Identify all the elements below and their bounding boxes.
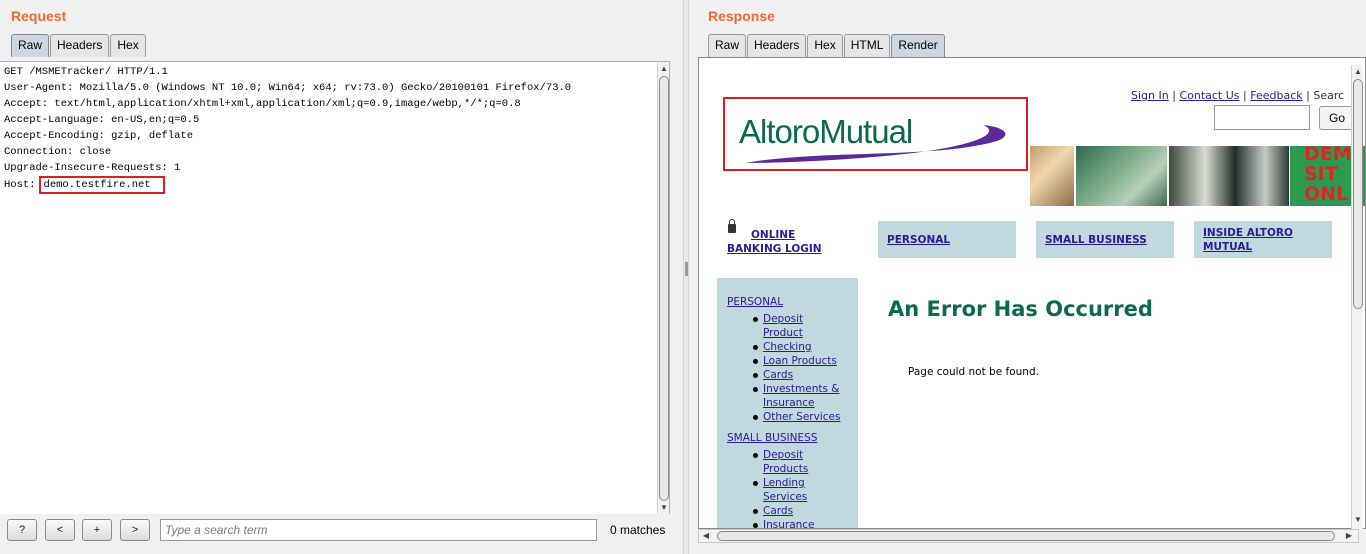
next-match-button[interactable]: >	[120, 519, 150, 541]
sidebar: PERSONAL Deposit Product Checking Loan Pr…	[717, 278, 858, 528]
request-editor[interactable]: GET /MSMETracker/ HTTP/1.1 User-Agent: Mo…	[0, 61, 670, 515]
add-button[interactable]: +	[82, 519, 112, 541]
rendered-page: AltoroMutual Sign In | Contact Us | Feed…	[698, 57, 1366, 529]
help-button[interactable]: ?	[7, 519, 37, 541]
banner-photo-hands	[1076, 146, 1167, 206]
previous-match-button[interactable]: <	[45, 519, 75, 541]
banner-photo-woman	[1030, 146, 1074, 206]
sidebar-item-loan-products[interactable]: Loan Products	[753, 354, 853, 368]
nav-small-business[interactable]: SMALL BUSINESS	[1036, 221, 1174, 258]
separator: |	[1172, 89, 1176, 102]
request-text: GET /MSMETracker/ HTTP/1.1 User-Agent: Mo…	[4, 64, 571, 194]
request-tab-raw[interactable]: Raw	[11, 34, 50, 57]
error-message: Page could not be found.	[908, 366, 1039, 378]
response-tab-html[interactable]: HTML	[843, 34, 891, 57]
go-button[interactable]: Go	[1319, 106, 1355, 130]
splitter-grip-icon[interactable]	[685, 262, 688, 276]
site-search-input[interactable]	[1214, 105, 1310, 130]
feedback-link[interactable]: Feedback	[1250, 89, 1302, 102]
search-input[interactable]: Type a search term	[160, 519, 597, 541]
request-tab-hex[interactable]: Hex	[110, 34, 146, 57]
sidebar-item-other-services[interactable]: Other Services	[753, 410, 853, 424]
match-count: 0 matches	[610, 523, 666, 537]
banner-photo-business	[1169, 146, 1289, 206]
request-vertical-scrollbar[interactable]: ▲ ▼	[657, 62, 669, 515]
search-bar: ? < + > Type a search term 0 matches	[0, 514, 683, 554]
nav-personal[interactable]: PERSONAL	[878, 221, 1016, 258]
online-banking-login-link[interactable]: ONLINE BANKING LOGIN	[727, 228, 822, 256]
pane-splitter[interactable]	[683, 0, 689, 554]
sidebar-item-investments[interactable]: Investments & Insurance	[753, 382, 853, 410]
response-tabs: Raw Headers Hex HTML Render	[708, 34, 945, 57]
response-tab-headers[interactable]: Headers	[747, 34, 807, 57]
search-label: Searc	[1313, 89, 1345, 102]
response-horizontal-scrollbar[interactable]: ◀ ▶	[698, 529, 1359, 543]
sidebar-item-checking[interactable]: Checking	[753, 340, 853, 354]
request-line: GET /MSMETracker/ HTTP/1.1	[4, 66, 168, 78]
site-logo: AltoroMutual	[739, 113, 913, 150]
scroll-up-arrow-icon[interactable]: ▲	[1353, 67, 1363, 77]
request-line: Accept: text/html,application/xhtml+xml,…	[4, 98, 521, 110]
response-tab-hex[interactable]: Hex	[807, 34, 843, 57]
response-tab-raw[interactable]: Raw	[708, 34, 747, 57]
sidebar-item-lending-services[interactable]: Lending Services	[753, 476, 853, 504]
horizontal-scroll-thumb[interactable]	[717, 531, 1335, 541]
contact-us-link[interactable]: Contact Us	[1179, 89, 1239, 102]
request-tabs: Raw Headers Hex	[11, 34, 146, 57]
host-value-highlight: demo.testfire.net	[38, 176, 165, 194]
request-host-line: Host: demo.testfire.net	[4, 176, 571, 194]
request-line: Accept-Encoding: gzip, deflate	[4, 130, 194, 142]
scroll-down-arrow-icon[interactable]: ▼	[659, 503, 669, 513]
scroll-right-arrow-icon[interactable]: ▶	[1344, 531, 1354, 541]
scroll-up-arrow-icon[interactable]: ▲	[659, 64, 669, 74]
sidebar-item-deposit-product[interactable]: Deposit Product	[753, 312, 853, 340]
request-line: Upgrade-Insecure-Requests: 1	[4, 162, 181, 174]
request-line: Connection: close	[4, 146, 112, 158]
demo-site-text: DEM SIT ONL	[1304, 143, 1352, 205]
nav-inside-altoro[interactable]: INSIDE ALTORO MUTUAL	[1194, 221, 1332, 258]
request-tab-headers[interactable]: Headers	[50, 34, 110, 57]
response-tab-render[interactable]: Render	[891, 34, 945, 57]
scroll-thumb[interactable]	[659, 76, 669, 501]
response-pane-title: Response	[708, 8, 775, 24]
top-links: Sign In | Contact Us | Feedback | Searc	[1131, 89, 1344, 102]
sidebar-item-insurance[interactable]: Insurance	[753, 518, 853, 528]
scroll-left-arrow-icon[interactable]: ◀	[701, 531, 711, 541]
separator: |	[1243, 89, 1247, 102]
sidebar-item-cards[interactable]: Cards	[753, 368, 853, 382]
request-pane-title: Request	[11, 8, 67, 24]
response-vertical-scrollbar[interactable]: ▲ ▼	[1351, 65, 1363, 529]
request-line: Accept-Language: en-US,en;q=0.5	[4, 114, 200, 126]
error-heading: An Error Has Occurred	[888, 297, 1153, 321]
logo-highlight: AltoroMutual	[723, 97, 1028, 171]
request-line: User-Agent: Mozilla/5.0 (Windows NT 10.0…	[4, 82, 572, 94]
sidebar-small-business-link[interactable]: SMALL BUSINESS	[727, 432, 817, 444]
sidebar-item-deposit-products[interactable]: Deposit Products	[753, 448, 853, 476]
sidebar-item-sb-cards[interactable]: Cards	[753, 504, 853, 518]
sign-in-link[interactable]: Sign In	[1131, 89, 1169, 102]
sidebar-personal-link[interactable]: PERSONAL	[727, 296, 783, 308]
scroll-thumb[interactable]	[1353, 79, 1363, 309]
scroll-down-arrow-icon[interactable]: ▼	[1353, 515, 1363, 525]
host-label: Host:	[4, 179, 36, 191]
separator: |	[1306, 89, 1310, 102]
